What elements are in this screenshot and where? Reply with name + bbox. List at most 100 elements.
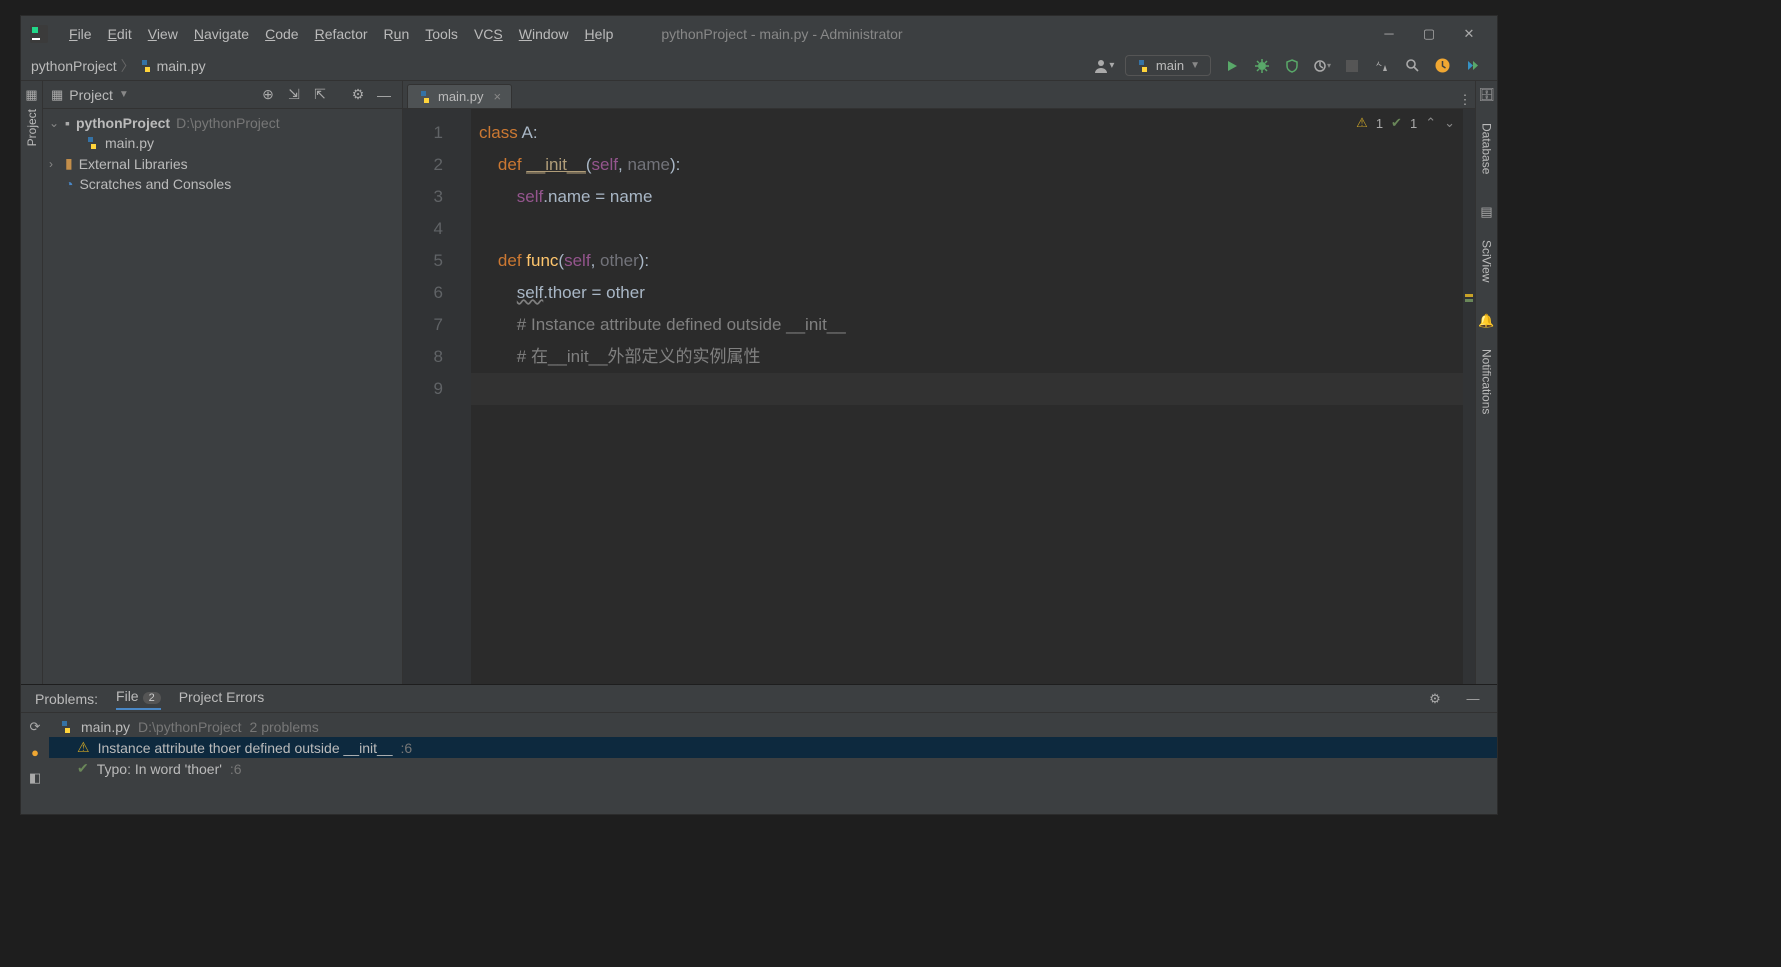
window-title: pythonProject - main.py - Administrator — [661, 26, 902, 42]
coverage-button[interactable] — [1279, 53, 1305, 79]
code-line[interactable]: def __init__(self, name): — [471, 149, 1475, 181]
code-editor[interactable]: 123456789 class A: def __init__(self, na… — [403, 109, 1475, 684]
close-tab-button[interactable]: × — [494, 89, 502, 104]
tree-file-main[interactable]: main.py — [49, 133, 396, 153]
database-toolwindow-button[interactable]: 🗄 — [1478, 87, 1495, 103]
scratches-icon: ◔ — [65, 176, 73, 192]
code-with-me-icon[interactable] — [1459, 53, 1485, 79]
menu-run[interactable]: Run — [376, 22, 418, 46]
project-toolwindow-stripe-icon[interactable]: ▦ — [25, 87, 37, 103]
window-minimize-button[interactable]: ─ — [1369, 16, 1409, 51]
line-number-gutter[interactable]: 123456789 — [403, 109, 453, 684]
chevron-right-icon[interactable]: › — [49, 157, 59, 171]
warning-icon: ⚠ — [77, 739, 90, 756]
menu-vcs[interactable]: VCS — [466, 22, 511, 46]
menu-tools[interactable]: Tools — [417, 22, 466, 46]
problems-tool-window: Problems: File2 Project Errors ⚙ — ⟳ ● ◧… — [21, 684, 1497, 814]
code-line[interactable]: # 在__init__外部定义的实例属性 — [471, 341, 1475, 373]
expand-all-button[interactable]: ⇲ — [284, 85, 304, 105]
breadcrumb[interactable]: pythonProject 〉 main.py — [31, 56, 206, 76]
code-line[interactable]: self.thoer = other — [471, 277, 1475, 309]
python-file-icon — [85, 136, 99, 150]
run-configuration-selector[interactable]: main ▼ — [1125, 55, 1211, 76]
code-line[interactable]: def func(self, other): — [471, 245, 1475, 277]
project-tool-window: ▦ Project ▼ ⊕ ⇲ ⇱ ⚙ — ⌄ ▪ pythonProject … — [43, 81, 403, 684]
next-highlight-button[interactable]: ⌄ — [1444, 115, 1455, 131]
translate-icon[interactable] — [1369, 53, 1395, 79]
layout-icon[interactable]: ◧ — [29, 770, 41, 786]
menu-view[interactable]: View — [140, 22, 186, 46]
editor-tab-bar: main.py × ⋮ — [403, 81, 1475, 109]
menu-refactor[interactable]: Refactor — [307, 22, 376, 46]
stop-button[interactable] — [1339, 53, 1365, 79]
menu-edit[interactable]: Edit — [100, 22, 140, 46]
locate-file-button[interactable]: ⊕ — [258, 85, 278, 105]
error-stripe[interactable] — [1463, 109, 1475, 684]
chevron-down-icon[interactable]: ⌄ — [49, 116, 59, 130]
fold-gutter[interactable] — [453, 109, 471, 684]
menu-help[interactable]: Help — [577, 22, 622, 46]
notifications-toolwindow-button[interactable]: 🔔 — [1478, 313, 1494, 329]
menu-code[interactable]: Code — [257, 22, 306, 46]
window-close-button[interactable]: ✕ — [1449, 16, 1489, 51]
window-maximize-button[interactable]: ▢ — [1409, 16, 1449, 51]
tree-project-root[interactable]: ⌄ ▪ pythonProject D:\pythonProject — [49, 113, 396, 133]
inspection-widget[interactable]: ⚠1 ✔1 ⌃ ⌄ — [1356, 115, 1455, 131]
project-panel-title: Project — [69, 87, 113, 103]
code-line[interactable] — [471, 373, 1475, 405]
problem-item[interactable]: ⚠Instance attribute thoer defined outsid… — [49, 737, 1497, 758]
code-line[interactable]: # Instance attribute defined outside __i… — [471, 309, 1475, 341]
code-line[interactable]: class A: — [471, 117, 1475, 149]
problem-item[interactable]: ✔Typo: In word 'thoer' :6 — [49, 758, 1497, 779]
project-panel-header: ▦ Project ▼ ⊕ ⇲ ⇱ ⚙ — — [43, 81, 402, 109]
left-tool-stripe: ▦ Project — [21, 81, 43, 684]
python-file-icon — [139, 59, 153, 73]
hide-problems-button[interactable]: — — [1463, 691, 1483, 706]
editor-area: main.py × ⋮ 123456789 class A: def __ini… — [403, 81, 1475, 684]
project-toolwindow-stripe-label[interactable]: Project — [25, 103, 39, 152]
sciview-toolwindow-button[interactable]: ▤ — [1480, 204, 1492, 220]
code-content[interactable]: class A: def __init__(self, name): self.… — [471, 109, 1475, 684]
tree-external-libraries[interactable]: › ▮ External Libraries — [49, 153, 396, 174]
collapse-all-button[interactable]: ⇱ — [310, 85, 330, 105]
library-icon: ▮ — [65, 155, 73, 172]
ide-window: File Edit View Navigate Code Refactor Ru… — [20, 15, 1498, 815]
chevron-down-icon: ▼ — [1190, 60, 1200, 71]
chevron-right-icon: 〉 — [121, 56, 135, 76]
main-body: ▦ Project ▦ Project ▼ ⊕ ⇲ ⇱ ⚙ — ⌄ ▪ pyth… — [21, 81, 1497, 684]
search-button[interactable] — [1399, 53, 1425, 79]
problems-tab-project-errors[interactable]: Project Errors — [179, 689, 265, 709]
tree-scratches[interactable]: ◔ Scratches and Consoles — [49, 174, 396, 194]
problems-list[interactable]: main.py D:\pythonProject 2 problems ⚠Ins… — [49, 713, 1497, 814]
profiler-button[interactable]: ▾ — [1309, 53, 1335, 79]
debug-button[interactable] — [1249, 53, 1275, 79]
problems-settings-button[interactable]: ⚙ — [1425, 691, 1445, 707]
navigation-toolbar: pythonProject 〉 main.py ▾ main ▼ ▾ — [21, 51, 1497, 81]
refresh-icon[interactable]: ⟳ — [30, 719, 41, 735]
problems-side-toolbar: ⟳ ● ◧ — [21, 713, 49, 814]
menu-navigate[interactable]: Navigate — [186, 22, 257, 46]
problems-tabs: Problems: File2 Project Errors ⚙ — — [21, 685, 1497, 713]
breadcrumb-root[interactable]: pythonProject — [31, 58, 117, 74]
problems-file-header[interactable]: main.py D:\pythonProject 2 problems — [49, 717, 1497, 737]
project-view-icon: ▦ — [51, 87, 63, 103]
inspection-bulb-icon[interactable]: ● — [31, 745, 39, 760]
ide-update-icon[interactable] — [1429, 53, 1455, 79]
prev-highlight-button[interactable]: ⌃ — [1425, 115, 1436, 131]
user-icon[interactable]: ▾ — [1091, 53, 1117, 79]
editor-tab-main[interactable]: main.py × — [407, 84, 512, 108]
run-button[interactable] — [1219, 53, 1245, 79]
code-line[interactable] — [471, 213, 1475, 245]
menu-window[interactable]: Window — [511, 22, 577, 46]
code-line[interactable]: self.name = name — [471, 181, 1475, 213]
menu-file[interactable]: File — [61, 22, 100, 46]
chevron-down-icon[interactable]: ▼ — [119, 89, 129, 100]
project-tree[interactable]: ⌄ ▪ pythonProject D:\pythonProject main.… — [43, 109, 402, 198]
typo-icon: ✔ — [1391, 115, 1402, 131]
problems-tab-file[interactable]: File2 — [116, 688, 161, 710]
menu-bar: File Edit View Navigate Code Refactor Ru… — [21, 16, 1497, 51]
panel-settings-button[interactable]: ⚙ — [348, 85, 368, 105]
breadcrumb-file[interactable]: main.py — [157, 58, 206, 74]
tab-options-button[interactable]: ⋮ — [1455, 92, 1475, 108]
hide-panel-button[interactable]: — — [374, 85, 394, 105]
